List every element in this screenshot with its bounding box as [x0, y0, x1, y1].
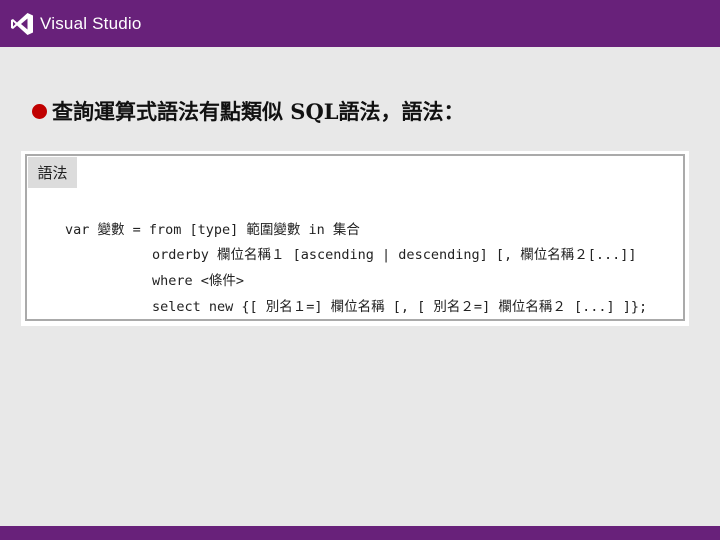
code-block: var 變數 = from [type] 範圍變數 in 集合 orderby …: [27, 156, 647, 315]
code-line-2: orderby 欄位名稱１ [ascending | descending] […: [152, 247, 637, 263]
bullet-dot-icon: [32, 103, 47, 119]
syntax-frame: 語法 var 變數 = from [type] 範圍變數 in 集合 order…: [25, 154, 685, 321]
title-bar: Visual Studio: [0, 0, 720, 47]
bullet-point: 查詢運算式語法有點類似 SQL語法，語法：: [32, 96, 465, 126]
code-line-4: select new {[ 別名１=] 欄位名稱 [, [ 別名２=] 欄位名稱…: [152, 299, 648, 315]
syntax-panel: 語法 var 變數 = from [type] 範圍變數 in 集合 order…: [21, 151, 689, 326]
code-line-3: where <條件>: [152, 273, 245, 289]
bullet-text: 查詢運算式語法有點類似 SQL語法，語法：: [52, 99, 465, 124]
footer-bar: [0, 526, 720, 540]
code-line-1: var 變數 = from [type] 範圍變數 in 集合: [65, 222, 360, 238]
brand-name: Visual Studio: [40, 14, 142, 33]
visual-studio-logo-icon: [11, 13, 33, 35]
brand-logo: Visual Studio: [10, 12, 142, 36]
